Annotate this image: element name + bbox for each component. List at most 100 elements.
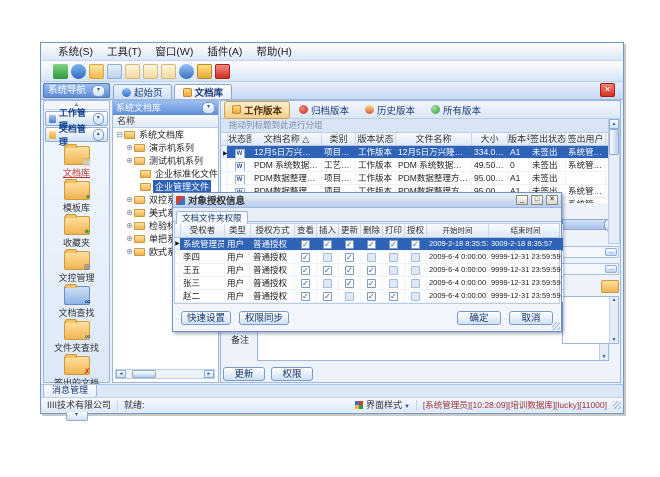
column-header[interactable]: 授权	[405, 224, 427, 237]
checkbox[interactable]	[389, 253, 398, 262]
sidebar-more-button[interactable]: ▾	[66, 411, 88, 421]
checkbox[interactable]	[389, 292, 398, 301]
column-header[interactable]: 受权者	[181, 224, 225, 237]
group-by-hint-bar[interactable]: 拖动列标题到此进行分组	[221, 119, 620, 133]
properties-scrollbar[interactable]: ▲▼	[609, 297, 618, 343]
checkbox[interactable]	[323, 253, 332, 262]
column-header[interactable]: 开始时间	[427, 224, 489, 237]
checkbox[interactable]	[367, 240, 376, 249]
permission-row[interactable]: 系统管理员 用户 普通授权 2009-2-18 8:35:57 3009-2-1…	[175, 238, 559, 251]
cancel-button[interactable]: 取消	[509, 311, 553, 325]
expand-icon[interactable]: ⊕	[125, 208, 134, 217]
close-tab-icon[interactable]: ✕	[600, 83, 615, 97]
toolbar-icon[interactable]	[107, 64, 122, 79]
column-header[interactable]: 版本号	[508, 133, 530, 145]
expand-icon[interactable]: ⊟	[115, 130, 124, 139]
table-row[interactable]: W 12月5日万兴隆同行... 项目文档 工作版本 12月5日万兴隆同行... …	[221, 146, 618, 159]
table-row[interactable]: W PDM 系统数据整理检... 工艺文档 工作版本 PDM 系统数据整理...…	[221, 159, 618, 172]
checkbox[interactable]	[323, 266, 332, 275]
tree-horizontal-scrollbar[interactable]: ◄ ►	[115, 369, 215, 379]
tree-item[interactable]: ⊟ 系统文档库	[113, 128, 218, 141]
tree-item[interactable]: 企业标准化文件	[113, 167, 218, 180]
sidebar-shortcut[interactable]: 收藏夹	[44, 216, 109, 249]
resize-grip[interactable]	[613, 401, 621, 409]
menu-item[interactable]: 系统(S)	[51, 43, 100, 60]
toolbar-icon[interactable]	[143, 64, 158, 79]
permission-row[interactable]: 王五 用户 普通授权 2009-6-4 0:00:00 9999-12-31 2…	[175, 264, 559, 277]
toolbar-icon[interactable]	[125, 64, 140, 79]
checkbox[interactable]	[301, 292, 310, 301]
checkbox[interactable]	[345, 253, 354, 262]
checkbox[interactable]	[301, 240, 310, 249]
toolbar-icon[interactable]	[197, 64, 212, 79]
sidebar-group-documents[interactable]: 文档管理 ▴	[45, 127, 108, 142]
remark-textarea[interactable]: ▲▼	[257, 329, 609, 361]
checkbox[interactable]	[367, 253, 376, 262]
properties-field[interactable]: …	[562, 263, 619, 275]
checkbox[interactable]	[411, 279, 420, 288]
ellipsis-button[interactable]: …	[605, 248, 617, 256]
scrollbar-thumb[interactable]	[132, 370, 156, 378]
chevron-up-icon[interactable]: ▴	[93, 129, 104, 141]
minimize-icon[interactable]: _	[516, 195, 528, 205]
column-header[interactable]: 类别	[322, 133, 356, 145]
column-header[interactable]: 签出用户	[566, 133, 606, 145]
permission-row[interactable]: 赵二 用户 普通授权 2009-6-4 0:00:00 9999-12-31 2…	[175, 290, 559, 303]
column-header[interactable]: 授权方式	[251, 224, 295, 237]
sidebar-shortcut[interactable]: 模板库	[44, 181, 109, 214]
toolbar-icon[interactable]	[179, 64, 194, 79]
ui-style-selector[interactable]: 界面样式▼	[349, 400, 416, 411]
maximize-icon[interactable]: □	[531, 195, 543, 205]
update-button[interactable]: 更新	[223, 367, 265, 381]
column-header[interactable]: 结束时间	[489, 224, 563, 237]
version-tab[interactable]: 工作版本	[224, 101, 290, 119]
ellipsis-button[interactable]: …	[605, 265, 617, 273]
table-row[interactable]: W PDM数据整理方案.doc 项目文档 工作版本 PDM数据整理方案.doc …	[221, 172, 618, 185]
checkbox[interactable]	[411, 266, 420, 275]
expand-icon[interactable]: ⊕	[125, 143, 134, 152]
checkbox[interactable]	[345, 279, 354, 288]
column-header[interactable]: 状态图	[228, 133, 252, 145]
checkbox[interactable]	[323, 292, 332, 301]
checkbox[interactable]	[367, 266, 376, 275]
toolbar-icon[interactable]	[71, 64, 86, 79]
ok-button[interactable]: 确定	[457, 311, 501, 325]
quick-setup-button[interactable]: 快速设置	[181, 311, 231, 325]
menu-item[interactable]: 帮助(H)	[249, 43, 299, 60]
version-tab[interactable]: 所有版本	[424, 102, 488, 118]
column-header[interactable]: 删除	[361, 224, 383, 237]
column-header[interactable]: 查看	[295, 224, 317, 237]
checkbox[interactable]	[345, 266, 354, 275]
column-header[interactable]: 文件名称	[396, 133, 472, 145]
grid-vertical-scrollbar[interactable]: ▲	[608, 118, 620, 244]
permission-row[interactable]: 张三 用户 普通授权 2009-6-4 0:00:00 9999-12-31 2…	[175, 277, 559, 290]
checkbox[interactable]	[345, 292, 354, 301]
sidebar-shortcut[interactable]: 文档查找	[44, 286, 109, 319]
sidebar-shortcut[interactable]: 文档库	[44, 146, 109, 179]
document-tab[interactable]: 文档库	[174, 84, 233, 99]
toolbar-icon[interactable]	[89, 64, 104, 79]
checkbox[interactable]	[323, 279, 332, 288]
scrollbar-thumb[interactable]	[609, 129, 619, 155]
properties-textarea[interactable]: ▲▼	[562, 296, 619, 344]
version-tab[interactable]: 归档版本	[292, 102, 356, 118]
toolbar-icon[interactable]	[215, 64, 230, 79]
resize-grip[interactable]	[552, 322, 560, 330]
menu-item[interactable]: 窗口(W)	[148, 43, 200, 60]
checkbox[interactable]	[323, 240, 332, 249]
toolbar-icon[interactable]	[53, 64, 68, 79]
dialog-title-bar[interactable]: 对象授权信息 _ □ ✕	[173, 193, 561, 208]
permission-sync-button[interactable]: 权限同步	[239, 311, 289, 325]
toolbar-icon[interactable]	[161, 64, 176, 79]
column-header[interactable]: 版本状态	[356, 133, 396, 145]
sidebar-shortcut[interactable]: 文控管理	[44, 251, 109, 284]
chevron-down-icon[interactable]: ▾	[93, 113, 104, 125]
column-header[interactable]: 更新	[339, 224, 361, 237]
column-header[interactable]: 打印	[383, 224, 405, 237]
open-folder-button[interactable]	[601, 280, 619, 293]
document-tab[interactable]: 起始页	[113, 84, 172, 99]
checkbox[interactable]	[367, 279, 376, 288]
sidebar-shortcut[interactable]: 文件夹查找	[44, 321, 109, 354]
column-header[interactable]: 签出状态	[530, 133, 566, 145]
checkbox[interactable]	[389, 266, 398, 275]
